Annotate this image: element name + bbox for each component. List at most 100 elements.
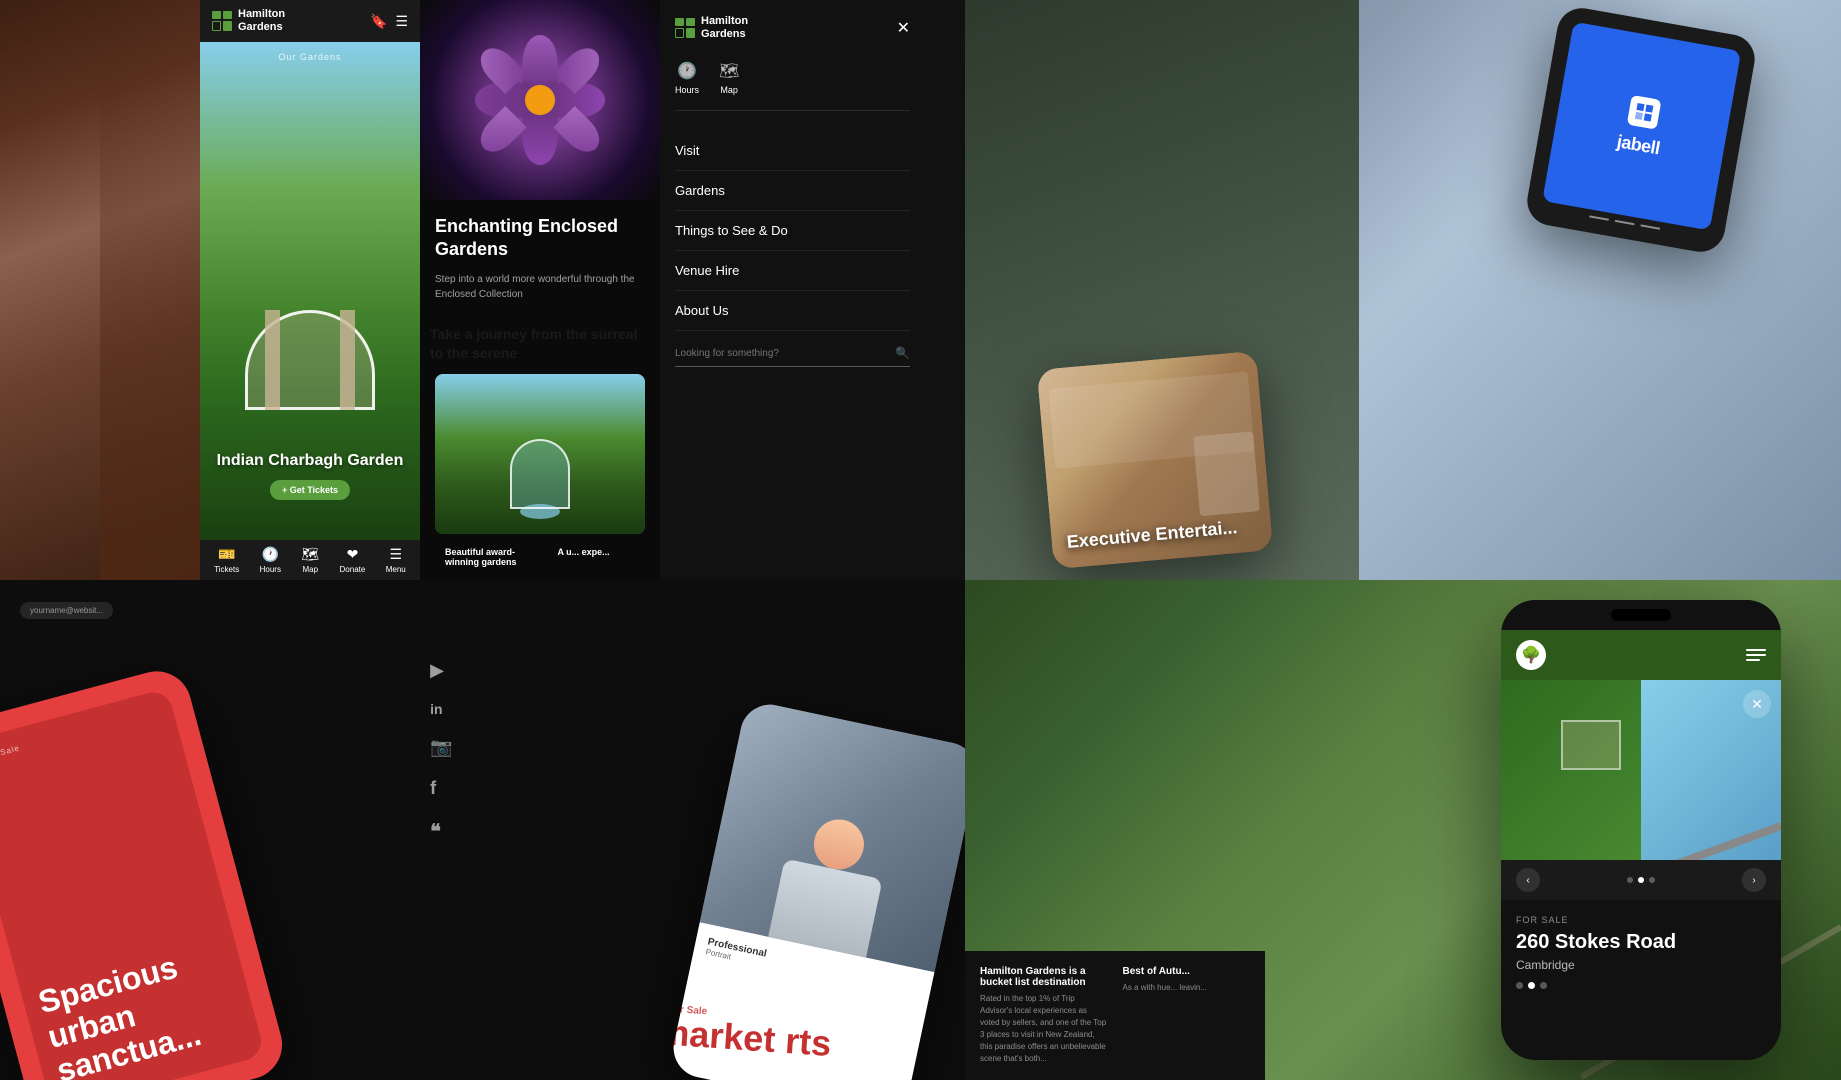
nav-hours[interactable]: 🕐 Hours — [260, 546, 281, 574]
right-bottom-panel: 🌳 ✕ ‹ — [965, 580, 1841, 1080]
menu-search-input[interactable] — [675, 348, 887, 359]
nav-tickets[interactable]: 🎫 Tickets — [214, 546, 239, 574]
menu-item-visit[interactable]: Visit — [675, 131, 910, 171]
red-phone-device: < For Sale Spacious urban sanctua... — [0, 664, 290, 1080]
garden-captions: Beautiful award-winning gardens A u... e… — [420, 534, 660, 580]
jabell-phone: jabell — [1523, 4, 1758, 255]
red-screen: < For Sale Spacious urban sanctua... — [0, 688, 265, 1080]
nav-map[interactable]: 🗺 Map — [301, 546, 319, 574]
menu-hamilton-logo: HamiltonGardens — [675, 15, 748, 41]
enchanting-title: Enchanting Enclosed Gardens — [435, 215, 645, 262]
garden-caption-1: Beautiful award-winning gardens — [430, 539, 538, 575]
gallery-next-arrow[interactable]: › — [1742, 868, 1766, 892]
prop-dot-1 — [1516, 982, 1523, 989]
tickets-icon: 🎫 — [218, 546, 235, 563]
hamilton-logo: HamiltonGardens — [212, 8, 285, 34]
gallery-dot-2 — [1638, 877, 1644, 883]
menu-quick-actions: 🕐 Hours 🗺 Map — [675, 61, 910, 111]
hours-icon: 🕐 — [262, 546, 279, 563]
property-tree-logo: 🌳 — [1516, 640, 1546, 670]
prop-dot-2 — [1528, 982, 1535, 989]
nav-donate-label: Donate — [340, 565, 366, 574]
menu-item-things[interactable]: Things to See & Do — [675, 211, 910, 251]
youtube-icon: ▶ — [430, 660, 452, 681]
aerial-photo: ✕ — [1501, 680, 1781, 860]
hamilton-logo-text: HamiltonGardens — [238, 8, 285, 34]
garden-caption-2: A u... expe... — [543, 539, 651, 575]
blog-grid: Hamilton Gardens is a bucket list destin… — [980, 966, 1250, 1065]
menu-close-button[interactable]: ✕ — [897, 18, 910, 38]
menu-logo-text: HamiltonGardens — [701, 15, 748, 41]
menu-line-1 — [1746, 649, 1766, 651]
menu-icon-nav: ☰ — [389, 546, 402, 563]
notch-pill — [1611, 609, 1671, 621]
nav-menu[interactable]: ☰ Menu — [386, 546, 406, 574]
person-phone-device: Professional Portrait < For Sale market … — [668, 699, 965, 1080]
nav-hours-label: Hours — [260, 565, 281, 574]
menu-items-list: Visit Gardens Things to See & Do Venue H… — [675, 131, 910, 331]
logo-cell-3 — [212, 21, 221, 31]
phone-wedding: Say "I do" in a setting beyond compare — [0, 0, 200, 580]
logo-cell-2 — [223, 11, 232, 19]
property-city: Cambridge — [1516, 958, 1766, 972]
blog-section: Hamilton Gardens is a bucket list destin… — [965, 951, 1265, 1080]
property-address: 260 Stokes Road — [1516, 930, 1766, 954]
property-app-header: 🌳 — [1501, 630, 1781, 680]
phone-enchanting: Enchanting Enclosed Gardens Step into a … — [420, 0, 660, 580]
map-quick-icon: 🗺 — [719, 61, 739, 81]
hours-quick-label: Hours — [675, 85, 699, 95]
menu-item-venue[interactable]: Venue Hire — [675, 251, 910, 291]
quote-icon: ❝ — [430, 819, 452, 844]
journey-section: Take a journey from the surreal to the s… — [420, 325, 660, 374]
instagram-icon: 📷 — [430, 737, 452, 758]
executive-interior: Executive Entertai... — [1037, 351, 1274, 569]
jabell-text: jabell — [1615, 131, 1661, 159]
phone-notch — [1501, 600, 1781, 630]
hamilton-garden-image: Our Gardens Indian Charbagh Garden + Get… — [200, 42, 420, 540]
hours-quick-icon: 🕐 — [677, 61, 697, 81]
enchanting-content: Enchanting Enclosed Gardens Step into a … — [420, 200, 660, 325]
menu-line-3 — [1746, 659, 1760, 661]
quick-action-hours[interactable]: 🕐 Hours — [675, 61, 699, 95]
nav-map-label: Map — [302, 565, 318, 574]
linkedin-icon: in — [430, 701, 452, 717]
email-badge: yourname@websit... — [20, 602, 113, 619]
menu-item-about[interactable]: About Us — [675, 291, 910, 331]
menu-item-gardens[interactable]: Gardens — [675, 171, 910, 211]
nav-donate[interactable]: ❤ Donate — [340, 546, 366, 574]
prop-dot-3 — [1540, 982, 1547, 989]
blog-item-2: Best of Autu... As a with hue... leavin.… — [1123, 966, 1251, 1065]
flower-image — [420, 0, 660, 200]
close-button-property[interactable]: ✕ — [1743, 690, 1771, 718]
menu-search-bar[interactable]: 🔍 — [675, 346, 910, 367]
logo-cell-1 — [212, 11, 221, 19]
property-info: FOR SALE 260 Stokes Road Cambridge — [1501, 900, 1781, 1004]
menu-logo-cell-4 — [686, 28, 695, 38]
menu-logo-grid — [675, 18, 695, 38]
bookmark-icon[interactable]: 🔖 — [370, 13, 387, 30]
property-phone: 🌳 ✕ ‹ — [1501, 600, 1781, 1060]
gallery-nav: ‹ › — [1501, 860, 1781, 900]
donate-icon: ❤ — [347, 546, 359, 563]
menu-logo-cell-2 — [686, 18, 695, 26]
field-green — [1501, 680, 1655, 860]
blog-item-1: Hamilton Gardens is a bucket list destin… — [980, 966, 1108, 1065]
gallery-prev-arrow[interactable]: ‹ — [1516, 868, 1540, 892]
hamilton-bottom-nav: 🎫 Tickets 🕐 Hours 🗺 Map ❤ Donate ☰ Menu — [200, 540, 420, 580]
quick-action-map[interactable]: 🗺 Map — [719, 61, 739, 95]
hamilton-header-icons: 🔖 ☰ — [370, 13, 408, 30]
garden-preview-image — [435, 374, 645, 534]
map-icon: 🗺 — [301, 546, 319, 563]
property-dots-nav — [1516, 982, 1766, 989]
wedding-background: Say "I do" in a setting beyond compare — [0, 0, 200, 580]
hamburger-icon[interactable]: ☰ — [395, 13, 408, 30]
bar-line-3 — [1640, 224, 1660, 229]
get-tickets-button[interactable]: + Get Tickets — [270, 480, 350, 500]
enchanting-description: Step into a world more wonderful through… — [435, 272, 645, 302]
property-hamburger-icon[interactable] — [1746, 649, 1766, 661]
left-bottom-panel: ▶ in 📷 f ❝ yourname@websit... < For Sale… — [0, 580, 965, 1080]
phone-hamilton: HamiltonGardens 🔖 ☰ Our Gardens Indian C… — [200, 0, 420, 580]
bar-line-1 — [1589, 215, 1609, 220]
jabell-logo-area: jabell — [1542, 22, 1741, 231]
search-icon: 🔍 — [895, 346, 910, 360]
